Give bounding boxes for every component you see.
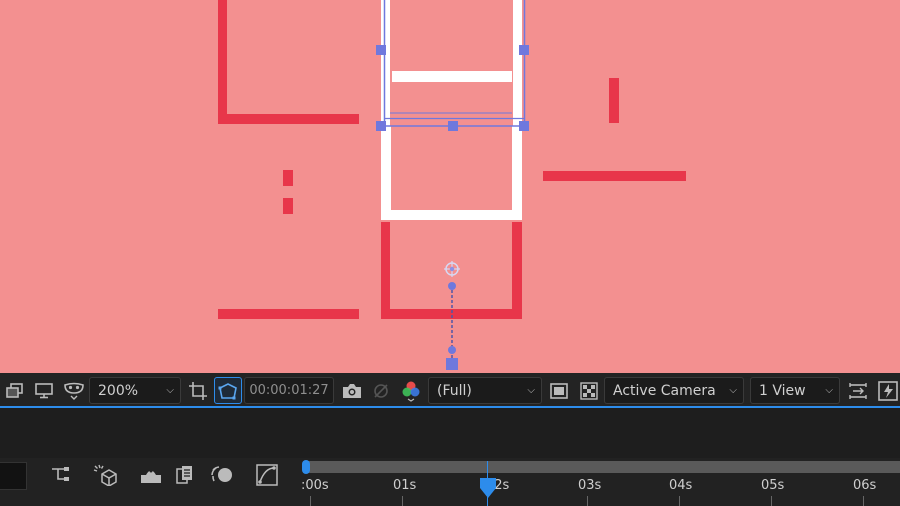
ruler-label: :00s <box>301 478 329 493</box>
camera-dropdown[interactable]: Active Camera ⌵ <box>604 377 744 404</box>
shy-layers-icon[interactable] <box>138 462 164 488</box>
mask-path-icon[interactable] <box>214 377 242 404</box>
transparency-grid-icon[interactable] <box>576 378 602 403</box>
transform-handle-left-mid[interactable] <box>376 45 386 55</box>
ruler-tick <box>587 496 588 506</box>
composition-canvas[interactable] <box>0 0 900 373</box>
zoom-value: 200% <box>98 382 139 399</box>
zoom-dropdown[interactable]: 200% ⌵ <box>89 377 181 404</box>
region-of-interest-icon[interactable] <box>185 378 211 403</box>
work-area-start-handle[interactable] <box>302 460 310 474</box>
transform-handle-bottom-left[interactable] <box>376 121 386 131</box>
camera-value: Active Camera <box>613 382 716 399</box>
camera-icon[interactable] <box>339 378 365 403</box>
ruler-tick <box>771 496 772 506</box>
ruler-label: 03s <box>578 478 602 493</box>
motion-path-keyframe-3[interactable] <box>446 358 458 370</box>
color-channels-icon[interactable] <box>398 378 424 403</box>
views-dropdown[interactable]: 1 View ⌵ <box>750 377 840 404</box>
white-bar-middle <box>392 71 512 82</box>
red-bracket-top-left-horizontal <box>218 114 359 124</box>
anchor-point[interactable] <box>444 261 460 277</box>
resolution-value: (Full) <box>437 382 472 399</box>
motion-path[interactable] <box>446 282 458 370</box>
red-bracket-top-left-vertical <box>218 0 227 124</box>
stack-icon[interactable] <box>3 378 27 403</box>
white-frame-lower-bottom <box>381 210 522 220</box>
layer-selection-box[interactable] <box>376 0 529 131</box>
white-frame-upper-right <box>513 0 522 126</box>
frame-blending-icon[interactable] <box>174 462 200 488</box>
mask-icon[interactable] <box>61 378 87 403</box>
current-time-indicator[interactable] <box>478 476 498 500</box>
flowchart-icon[interactable] <box>876 378 900 403</box>
chevron-down-icon: ⌵ <box>527 385 535 396</box>
composition-viewer[interactable] <box>0 0 900 373</box>
ruler-label: 05s <box>761 478 785 493</box>
motion-path-keyframe-2[interactable] <box>448 346 456 354</box>
composition-flowchart-icon[interactable] <box>48 462 74 488</box>
red-line-right-horizontal <box>543 171 686 181</box>
ruler-label: 06s <box>853 478 877 493</box>
current-time-display[interactable]: 00:00:01:27 <box>244 377 334 404</box>
resolution-dropdown[interactable]: (Full) ⌵ <box>428 377 542 404</box>
show-snapshot-icon[interactable] <box>369 378 393 403</box>
red-mark-small-2 <box>283 198 293 214</box>
red-bracket-bottom-left-vertical <box>381 222 390 319</box>
red-mark-right-vertical <box>609 78 619 123</box>
work-area-bar[interactable] <box>306 461 900 473</box>
motion-path-keyframe-1[interactable] <box>448 282 456 290</box>
motion-blur-icon[interactable] <box>209 462 235 488</box>
white-frame-upper-left <box>381 0 390 126</box>
fast-preview-icon[interactable] <box>546 378 572 403</box>
chevron-down-icon: ⌵ <box>825 385 833 396</box>
chevron-down-icon: ⌵ <box>729 385 737 396</box>
red-line-bottom-left <box>218 309 359 319</box>
red-bracket-bottom-right-vertical <box>512 222 522 319</box>
ruler-label: 04s <box>669 478 693 493</box>
white-frame-lower-left <box>381 126 391 220</box>
transform-handle-bottom-center[interactable] <box>448 121 458 131</box>
toggle-pixel-aspect-icon[interactable] <box>845 378 871 403</box>
time-ruler[interactable]: :00s 01s 02s 03s 04s 05s 06s <box>300 474 900 506</box>
graph-editor-icon[interactable] <box>254 462 280 488</box>
timeline-search-field[interactable] <box>0 462 27 490</box>
ruler-label: 01s <box>393 478 417 493</box>
chevron-down-icon: ⌵ <box>166 385 174 396</box>
transform-handle-right-mid[interactable] <box>519 45 529 55</box>
monitor-icon[interactable] <box>31 378 57 403</box>
ruler-tick <box>402 496 403 506</box>
ruler-tick <box>310 496 311 506</box>
draft-3d-icon[interactable] <box>92 462 118 488</box>
viewer-toolbar: 200% ⌵ 00:00:01:27 (Full) ⌵ Active Camer… <box>0 373 900 408</box>
transform-handle-bottom-right[interactable] <box>519 121 529 131</box>
white-frame-lower-right <box>512 126 522 220</box>
red-mark-small-1 <box>283 170 293 186</box>
ruler-tick <box>679 496 680 506</box>
views-value: 1 View <box>759 382 806 399</box>
ruler-tick <box>863 496 864 506</box>
